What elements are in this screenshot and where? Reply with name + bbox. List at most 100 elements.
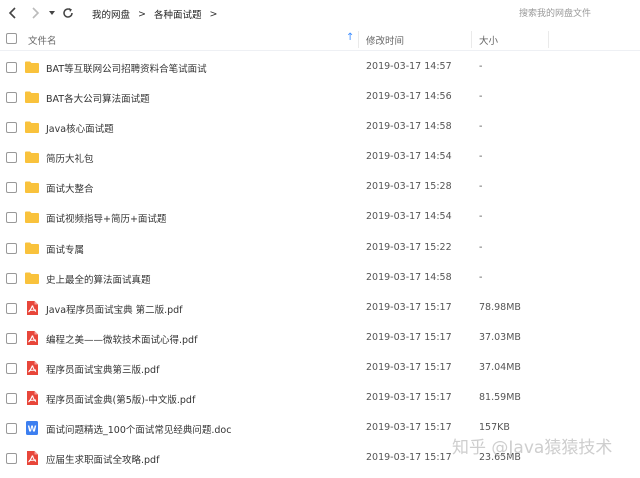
file-size: -	[479, 61, 483, 72]
chevron-right-icon[interactable]	[28, 6, 42, 20]
chevron-left-icon[interactable]	[6, 6, 20, 20]
file-name[interactable]: BAT等互联网公司招聘资料合笔试面试	[46, 61, 207, 75]
row-checkbox[interactable]	[6, 423, 17, 435]
row-checkbox[interactable]	[6, 453, 17, 465]
file-name[interactable]: 简历大礼包	[46, 151, 94, 165]
file-row[interactable]: 程序员面试宝典第三版.pdf 2019-03-17 15:17 37.04MB	[0, 353, 640, 383]
file-list: BAT等互联网公司招聘资料合笔试面试 2019-03-17 14:57- BAT各大…	[0, 52, 640, 473]
row-checkbox[interactable]	[6, 393, 17, 405]
pdf-icon[interactable]	[24, 330, 40, 346]
file-name[interactable]: 史上最全的算法面试真题	[46, 272, 151, 286]
pdf-icon[interactable]	[24, 390, 40, 406]
file-row[interactable]: BAT各大公司算法面试题 2019-03-17 14:56 -	[0, 82, 640, 112]
modified-time: 2019-03-17 15:17	[366, 361, 452, 373]
file-name[interactable]: 面试视频指导+简历+面试题	[46, 211, 166, 225]
row-checkbox[interactable]	[6, 242, 17, 254]
file-row[interactable]: 面试视频指导+简历+面试题 2019-03-17 14:54 -	[0, 202, 640, 232]
row-checkbox[interactable]	[6, 152, 17, 164]
toolbar: 我的网盘 > 各种面试题 > 搜索我的网盘文件	[0, 0, 640, 27]
folder-icon[interactable]	[24, 89, 40, 105]
file-size: -	[479, 211, 483, 223]
row-checkbox[interactable]	[6, 332, 17, 344]
file-row[interactable]: 面试专属 2019-03-17 15:22 -	[0, 233, 640, 263]
modified-time: 2019-03-17 14:54	[366, 211, 452, 223]
folder-icon[interactable]	[24, 270, 40, 286]
file-row[interactable]: Java核心面试题 2019-03-17 14:58 -	[0, 112, 640, 142]
table-header: 文件名 ↑ 修改时间 大小	[0, 27, 640, 51]
search-input[interactable]: 搜索我的网盘文件	[512, 6, 638, 22]
row-checkbox[interactable]	[6, 62, 17, 73]
row-checkbox[interactable]	[6, 182, 17, 194]
file-name[interactable]: Java程序员面试宝典 第二版.pdf	[46, 302, 183, 316]
pdf-icon[interactable]	[24, 300, 40, 316]
file-row[interactable]: Java程序员面试宝典 第二版.pdf 2019-03-17 15:17 78.98…	[0, 293, 640, 323]
row-checkbox[interactable]	[6, 302, 17, 314]
file-row[interactable]: 简历大礼包 2019-03-17 14:54 -	[0, 142, 640, 172]
caret-down-icon[interactable]	[45, 6, 59, 20]
file-name[interactable]: BAT各大公司算法面试题	[46, 91, 150, 105]
watermark: 知乎 @Java猿猿技术	[452, 438, 613, 458]
row-checkbox[interactable]	[6, 92, 17, 104]
folder-icon[interactable]	[24, 59, 40, 75]
modified-time: 2019-03-17 15:17	[366, 301, 452, 313]
file-size: 37.03MB	[479, 331, 521, 343]
folder-icon[interactable]	[24, 240, 40, 256]
file-size: -	[479, 91, 483, 103]
modified-time: 2019-03-17 15:17	[366, 422, 452, 434]
modified-time: 2019-03-17 14:58	[366, 271, 452, 283]
refresh-icon[interactable]	[61, 6, 75, 20]
select-all-checkbox[interactable]	[6, 33, 17, 44]
row-checkbox[interactable]	[6, 122, 17, 134]
file-row[interactable]: 史上最全的算法面试真题 2019-03-17 14:58 -	[0, 263, 640, 293]
file-row[interactable]: BAT等互联网公司招聘资料合笔试面试 2019-03-17 14:57 -	[0, 52, 640, 82]
file-name[interactable]: 编程之美——微软技术面试心得.pdf	[46, 332, 197, 346]
column-divider[interactable]	[471, 31, 472, 48]
file-name[interactable]: 面试问题精选_100个面试常见经典问题.doc	[46, 422, 231, 436]
doc-icon[interactable]: W	[24, 420, 40, 436]
breadcrumb-separator: >	[138, 8, 146, 20]
file-name[interactable]: Java核心面试题	[46, 121, 114, 135]
file-size: 81.59MB	[479, 392, 521, 404]
file-row[interactable]: 面试大整合 2019-03-17 15:28 -	[0, 172, 640, 202]
pdf-icon[interactable]	[24, 450, 40, 466]
file-name[interactable]: 程序员面试金典(第5版)-中文版.pdf	[46, 392, 195, 406]
file-name[interactable]: 应届生求职面试全攻略.pdf	[46, 452, 159, 466]
modified-time: 2019-03-17 14:57	[366, 61, 452, 72]
svg-text:W: W	[28, 425, 37, 434]
pdf-icon[interactable]	[24, 360, 40, 376]
breadcrumb-item-current[interactable]: 各种面试题	[154, 7, 202, 21]
sort-arrow-icon[interactable]: ↑	[346, 32, 354, 43]
modified-time: 2019-03-17 14:56	[366, 91, 452, 103]
file-size: -	[479, 241, 483, 253]
folder-icon[interactable]	[24, 119, 40, 135]
file-size: -	[479, 181, 483, 193]
file-row[interactable]: 编程之美——微软技术面试心得.pdf 2019-03-17 15:17 37.03M…	[0, 323, 640, 353]
modified-time: 2019-03-17 15:17	[366, 452, 452, 464]
modified-time: 2019-03-17 15:28	[366, 181, 452, 193]
file-name[interactable]: 面试大整合	[46, 181, 94, 195]
file-size: 37.04MB	[479, 361, 521, 373]
breadcrumb-item-my-disk[interactable]: 我的网盘	[92, 7, 130, 21]
file-size: 78.98MB	[479, 301, 521, 313]
file-size: -	[479, 271, 483, 283]
modified-time: 2019-03-17 15:17	[366, 392, 452, 404]
column-divider[interactable]	[358, 31, 359, 48]
folder-icon[interactable]	[24, 179, 40, 195]
modified-time: 2019-03-17 14:54	[366, 151, 452, 163]
column-divider[interactable]	[548, 31, 549, 48]
folder-icon[interactable]	[24, 209, 40, 225]
file-size: -	[479, 151, 483, 163]
folder-icon[interactable]	[24, 149, 40, 165]
column-header-time[interactable]: 修改时间	[366, 33, 404, 47]
file-name[interactable]: 面试专属	[46, 242, 84, 256]
row-checkbox[interactable]	[6, 212, 17, 224]
column-header-name[interactable]: 文件名	[28, 33, 57, 47]
file-name[interactable]: 程序员面试宝典第三版.pdf	[46, 362, 159, 376]
breadcrumb: 我的网盘 > 各种面试题 >	[92, 7, 225, 22]
row-checkbox[interactable]	[6, 272, 17, 284]
row-checkbox[interactable]	[6, 362, 17, 374]
file-size: 157KB	[479, 422, 510, 434]
column-header-size[interactable]: 大小	[479, 33, 498, 47]
modified-time: 2019-03-17 14:58	[366, 121, 452, 133]
file-row[interactable]: 程序员面试金典(第5版)-中文版.pdf 2019-03-17 15:17 81.5…	[0, 383, 640, 413]
